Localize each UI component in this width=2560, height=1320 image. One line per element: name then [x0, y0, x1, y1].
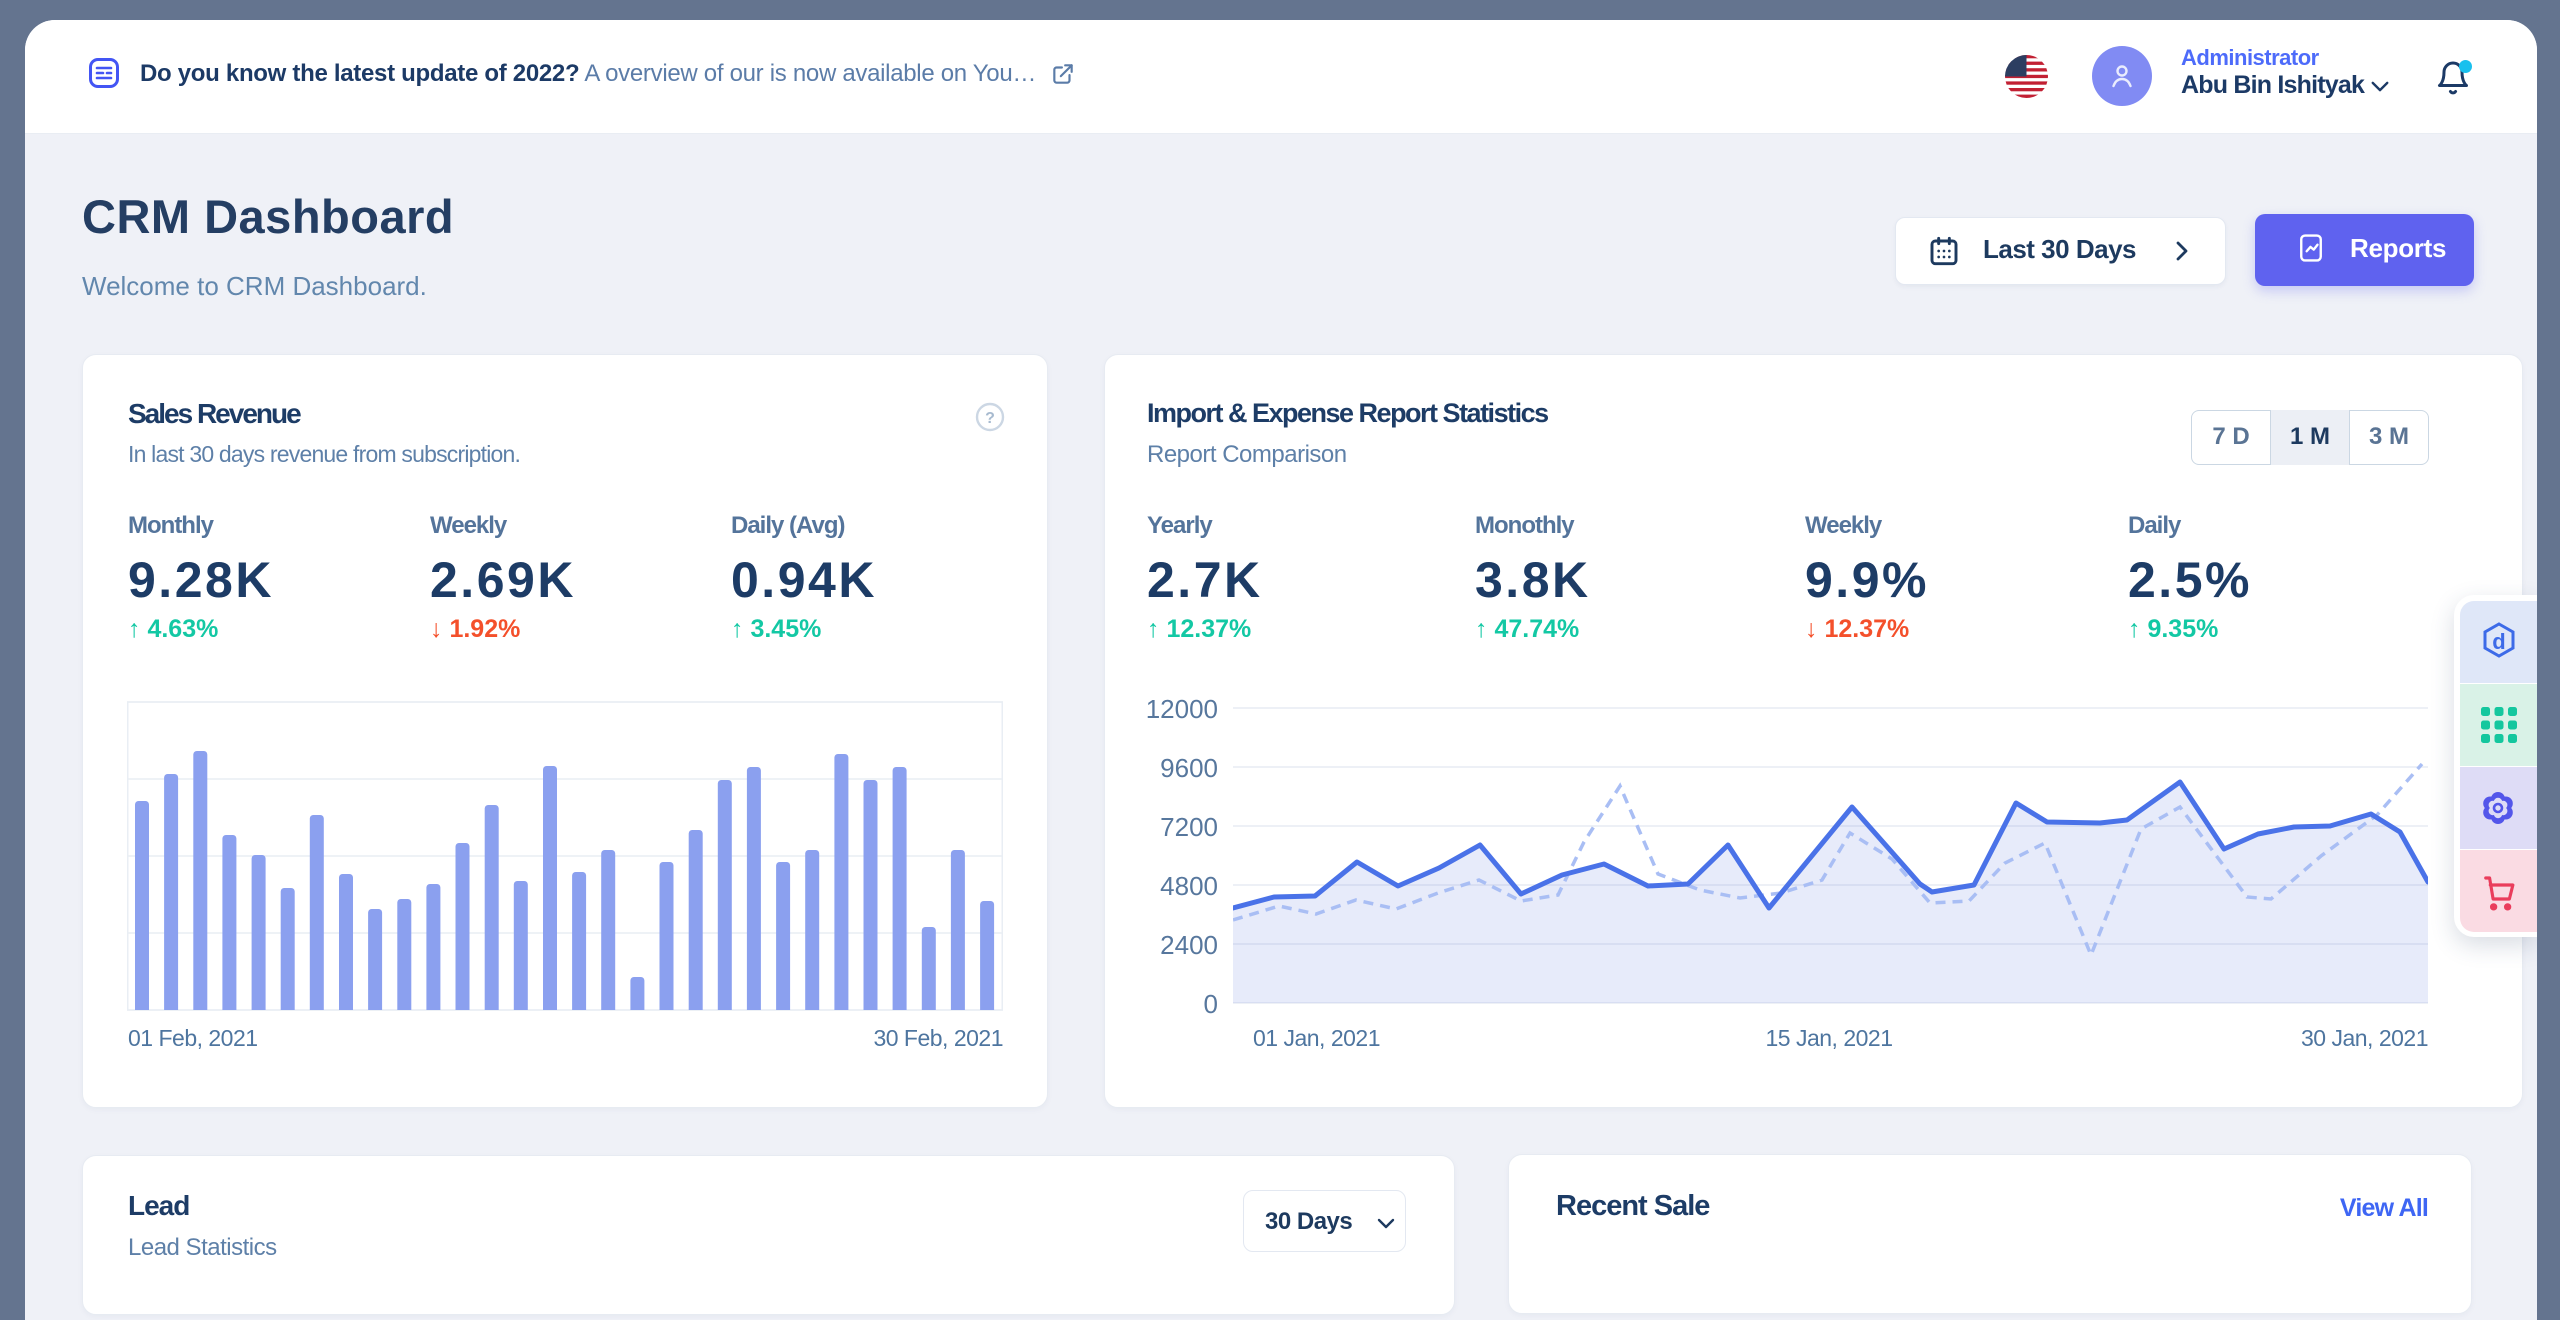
svg-text:d: d — [2492, 629, 2505, 654]
svg-text:?: ? — [985, 410, 995, 427]
